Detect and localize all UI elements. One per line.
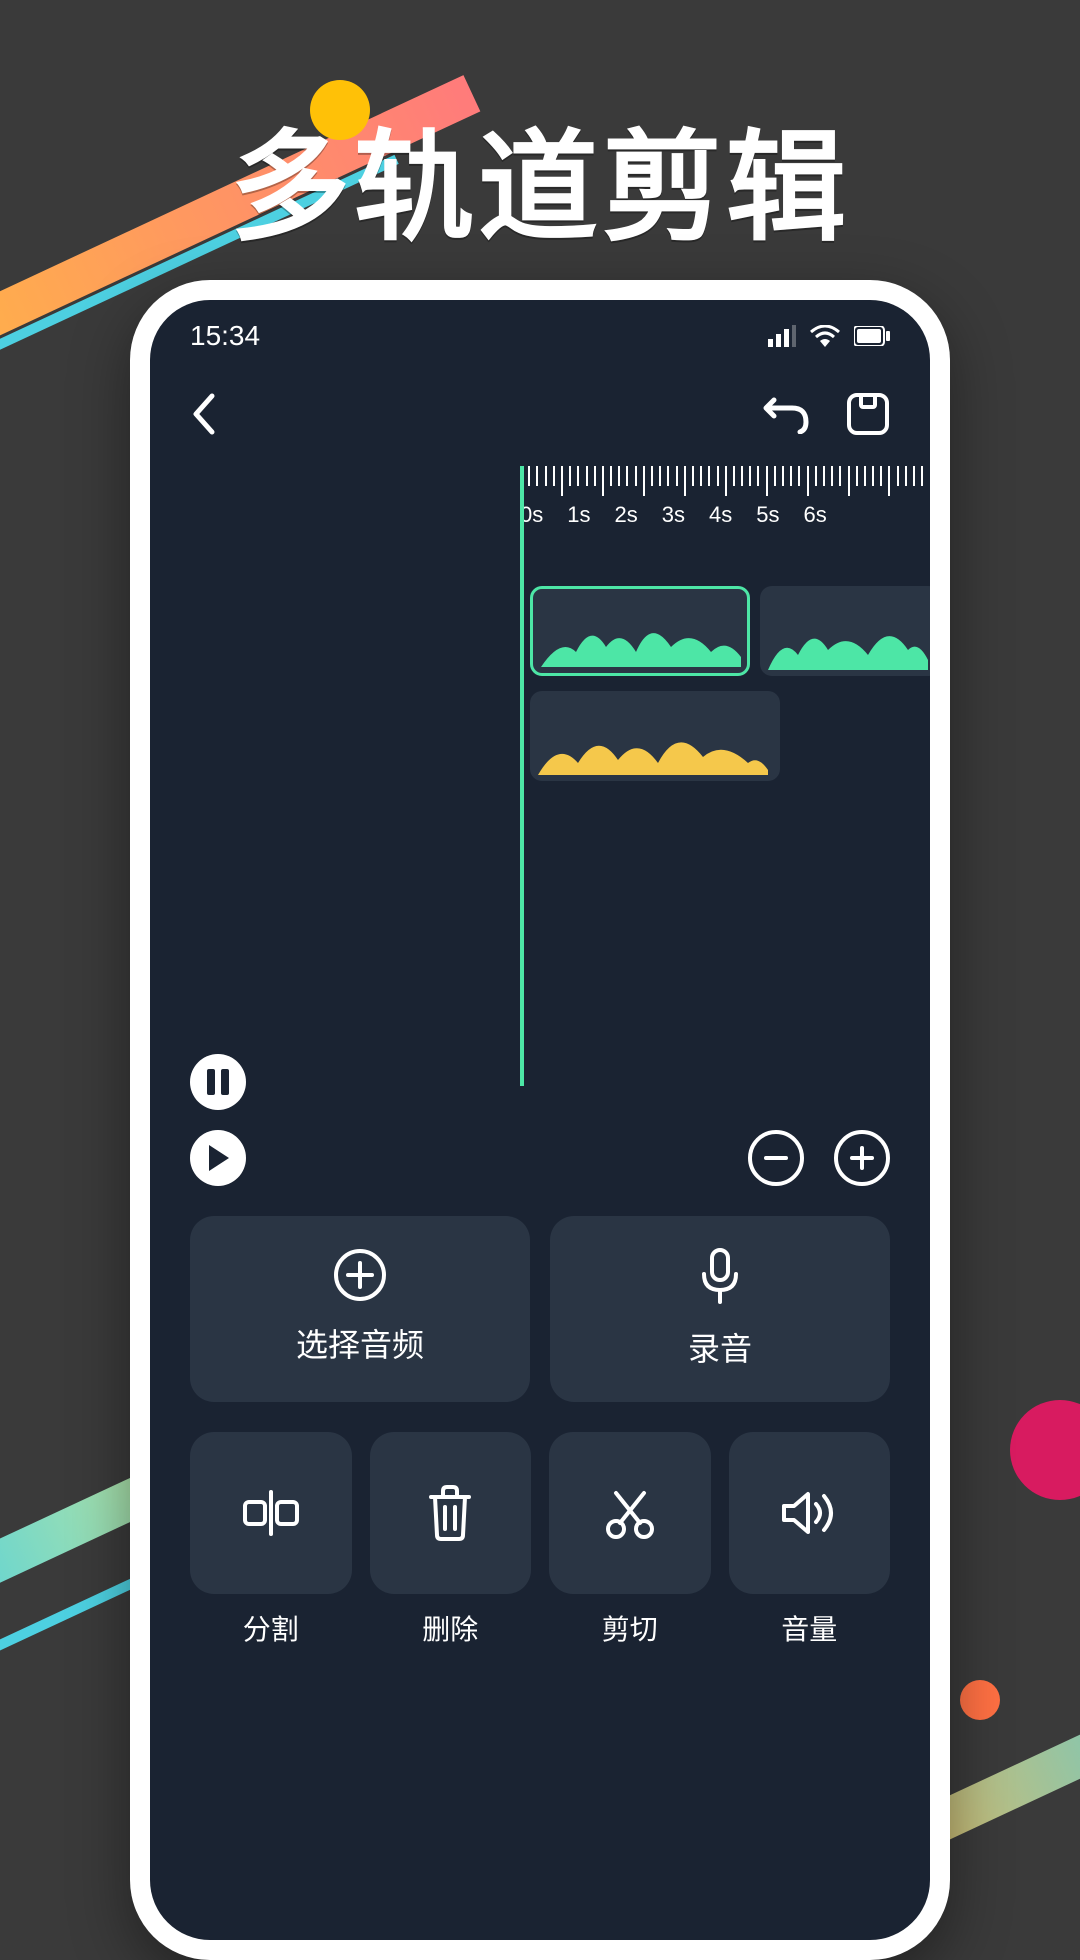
playhead[interactable] — [520, 466, 524, 1086]
trash-icon — [425, 1485, 475, 1541]
play-button[interactable] — [190, 1130, 246, 1186]
plus-circle-icon — [333, 1248, 387, 1302]
phone-screen: 15:34 — [150, 300, 930, 1940]
audio-clip[interactable] — [760, 586, 930, 676]
ruler-label: 3s — [662, 502, 685, 528]
select-audio-label: 选择音频 — [296, 1320, 424, 1366]
delete-label: 删除 — [422, 1608, 478, 1648]
microphone-icon — [698, 1248, 742, 1306]
ruler-label: 4s — [709, 502, 732, 528]
timeline-ruler: // generated below via loop substitute —… — [520, 466, 930, 536]
record-button[interactable]: 录音 — [550, 1216, 890, 1402]
battery-icon — [854, 326, 890, 346]
split-label: 分割 — [243, 1608, 299, 1648]
cut-button[interactable]: 剪切 — [549, 1432, 711, 1648]
ruler-label: 2s — [615, 502, 638, 528]
zoom-in-button[interactable] — [834, 1130, 890, 1186]
zoom-out-button[interactable] — [748, 1130, 804, 1186]
status-bar: 15:34 — [150, 300, 930, 362]
waveform-icon — [538, 715, 768, 775]
audio-clip[interactable] — [530, 691, 780, 781]
app-header — [150, 362, 930, 466]
undo-button[interactable] — [762, 394, 810, 434]
waveform-icon — [541, 607, 741, 667]
volume-button[interactable]: 音量 — [729, 1432, 891, 1648]
status-time: 15:34 — [190, 320, 260, 352]
pause-button[interactable] — [190, 1054, 246, 1110]
split-icon — [241, 1488, 301, 1538]
ruler-label: 1s — [567, 502, 590, 528]
ruler-label: 6s — [804, 502, 827, 528]
ruler-label: 5s — [756, 502, 779, 528]
phone-frame: 15:34 — [130, 280, 950, 1960]
speaker-icon — [780, 1488, 838, 1538]
waveform-icon — [768, 610, 928, 670]
timeline-area[interactable]: // generated below via loop substitute —… — [150, 466, 930, 1186]
signal-icon — [768, 325, 796, 347]
volume-label: 音量 — [781, 1608, 837, 1648]
back-button[interactable] — [190, 392, 218, 436]
split-button[interactable]: 分割 — [190, 1432, 352, 1648]
record-label: 录音 — [688, 1324, 752, 1370]
wifi-icon — [810, 325, 840, 347]
cut-label: 剪切 — [602, 1608, 658, 1648]
select-audio-button[interactable]: 选择音频 — [190, 1216, 530, 1402]
delete-button[interactable]: 删除 — [370, 1432, 532, 1648]
bg-decoration — [960, 1680, 1000, 1720]
audio-clip-selected[interactable] — [530, 586, 750, 676]
scissors-icon — [602, 1485, 658, 1541]
bg-decoration — [1010, 1400, 1080, 1500]
promo-title: 多轨道剪辑 — [0, 90, 1080, 264]
save-button[interactable] — [846, 392, 890, 436]
